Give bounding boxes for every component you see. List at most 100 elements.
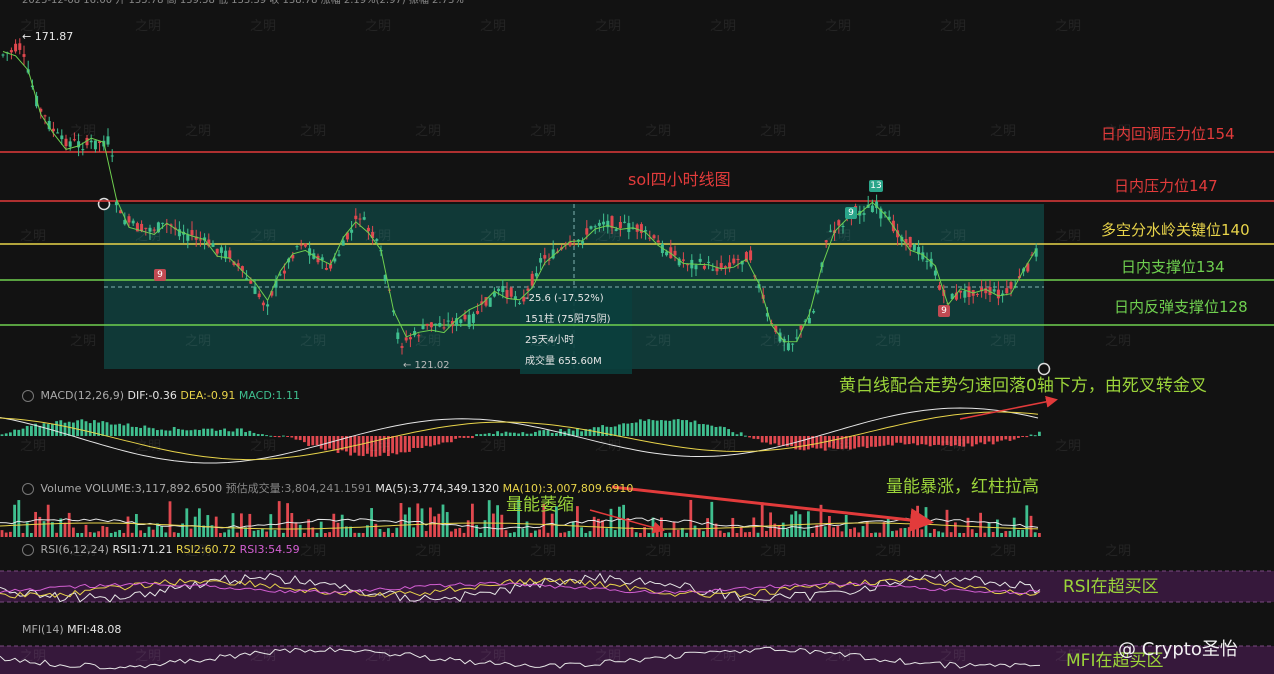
eye-icon[interactable] <box>22 544 34 556</box>
candle-body <box>959 290 963 293</box>
macd-histogram-bar <box>450 436 453 443</box>
volume-bar <box>844 514 848 537</box>
volume-bar <box>391 532 394 537</box>
candle-body <box>362 217 366 220</box>
candle-body <box>732 258 736 264</box>
candle-body <box>644 230 648 232</box>
mfi-legend[interactable]: MFI(14) MFI:48.08 <box>22 623 121 637</box>
macd-histogram-bar <box>550 432 554 436</box>
macd-histogram-bar <box>676 419 680 436</box>
volume-bar <box>458 528 462 537</box>
volume-bar <box>1038 533 1041 537</box>
volume-bar <box>487 500 491 537</box>
watermark-text: 之明 <box>875 124 902 139</box>
macd-histogram-bar <box>437 436 441 445</box>
volume-bar <box>748 531 751 537</box>
volume-bar <box>786 528 789 537</box>
watermark-text: 之明 <box>480 649 507 664</box>
macd-histogram-bar <box>748 436 751 438</box>
macd-histogram-bar <box>781 436 785 446</box>
watermark-text: 之明 <box>415 124 442 139</box>
candle-body <box>736 258 740 261</box>
candle-body <box>509 287 513 297</box>
macd-histogram-bar <box>622 423 625 436</box>
volume-bar <box>538 529 541 537</box>
macd-histogram-bar <box>1033 435 1037 437</box>
volume-bar <box>760 502 764 537</box>
watermark-text: 之明 <box>20 229 47 244</box>
watermark-text: 之明 <box>365 649 392 664</box>
macd-histogram-bar <box>798 436 802 450</box>
macd-histogram-bar <box>189 430 193 436</box>
macd-arrow <box>959 395 1058 420</box>
candle-body <box>652 235 656 239</box>
eye-icon[interactable] <box>22 483 34 495</box>
volume-bar <box>802 530 806 537</box>
volume-bar <box>861 526 865 537</box>
candle-body <box>9 50 13 53</box>
volume-bar <box>357 532 361 537</box>
macd-histogram-bar <box>429 436 432 447</box>
watermark-text: 之明 <box>710 439 737 454</box>
eye-icon[interactable] <box>22 390 34 402</box>
macd-histogram-bar <box>114 424 117 436</box>
volume-bar <box>601 520 604 537</box>
macd-histogram-bar <box>1008 436 1012 441</box>
macd-histogram-bar <box>933 436 936 446</box>
candle-body <box>530 273 534 286</box>
measure-duration: 25天4小时 <box>525 335 575 346</box>
macd-histogram-bar <box>185 430 189 436</box>
volume-bar <box>303 532 306 537</box>
volume-bar <box>277 501 281 537</box>
rsi-legend[interactable]: RSI(6,12,24) RSI1:71.21 RSI2:60.72 RSI3:… <box>22 543 300 557</box>
volume-bar <box>198 508 201 537</box>
watermark-text: 之明 <box>1055 439 1082 454</box>
macd-histogram-bar <box>210 428 214 436</box>
macd-histogram-bar <box>744 435 747 437</box>
volume-bar <box>954 522 957 537</box>
macd-histogram-bar <box>983 436 987 445</box>
candle-body <box>337 254 341 256</box>
candle-body <box>635 224 639 232</box>
volume-bar <box>718 530 722 537</box>
volume-bar <box>135 514 138 537</box>
macd-histogram-bar <box>513 432 516 436</box>
volume-bar <box>727 532 730 537</box>
volume-bar <box>252 530 256 537</box>
macd-histogram-bar <box>895 436 898 443</box>
volume-bar <box>811 532 814 537</box>
volume-bar <box>937 531 940 537</box>
volume-bar <box>4 532 8 537</box>
watermark-text: 之明 <box>415 544 442 559</box>
macd-histogram-bar <box>231 431 235 436</box>
volume-bar <box>378 529 382 537</box>
macd-annotation: 黄白线配合走势匀速回落0轴下方，由死叉转金叉 <box>839 376 1207 396</box>
watermark-text: 之明 <box>1105 334 1132 349</box>
macd-histogram-bar <box>1029 434 1033 436</box>
volume-bar <box>122 532 126 537</box>
volume-bar <box>294 522 298 537</box>
candle-body <box>198 239 202 241</box>
macd-histogram-bar <box>928 436 932 447</box>
macd-histogram-bar <box>336 436 340 453</box>
candle-body <box>56 132 60 134</box>
watermark-text: 之明 <box>480 229 507 244</box>
level-label-147: 日内压力位147 <box>1114 177 1218 195</box>
macd-legend[interactable]: MACD(12,26,9) DIF:-0.36 DEA:-0.91 MACD:1… <box>22 389 300 403</box>
volume-bar <box>286 503 289 537</box>
candle-body <box>253 286 257 294</box>
volume-bar <box>668 532 672 537</box>
volume-bar <box>710 501 714 537</box>
level-label-154: 日内回调压力位154 <box>1101 125 1235 143</box>
volume-bar <box>647 532 651 537</box>
candle-body <box>324 267 328 270</box>
macd-histogram-bar <box>979 436 982 443</box>
watermark-text: 之明 <box>710 229 737 244</box>
mfi-name: MFI(14) <box>22 623 64 636</box>
candle-body <box>673 250 677 256</box>
candle-body <box>627 223 631 233</box>
volume-bar <box>172 532 176 537</box>
watermark-text: 之明 <box>20 649 47 664</box>
macd-histogram-bar <box>1025 436 1029 438</box>
volume-bar <box>739 527 743 537</box>
